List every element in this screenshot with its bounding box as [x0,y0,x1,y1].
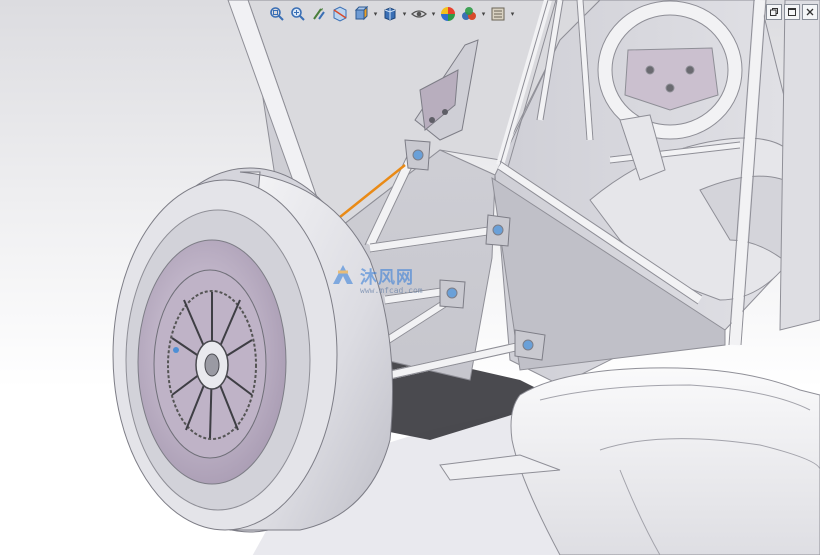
seat-back [779,0,820,331]
restore-icon[interactable] [766,4,782,20]
heads-up-view-toolbar: ▾ ▾ ▾ ▾ ▾ [264,3,519,25]
maximize-icon[interactable] [784,4,800,20]
previous-view-icon[interactable] [309,4,329,24]
zoom-to-fit-icon[interactable] [267,4,287,24]
graphics-area[interactable]: 沐风网 www.mfcad.com ▾ ▾ ▾ ▾ ▾ [0,0,820,555]
chevron-down-icon[interactable]: ▾ [401,4,408,24]
section-view-icon[interactable] [330,4,350,24]
3d-model-view[interactable] [0,0,820,555]
chevron-down-icon[interactable]: ▾ [509,4,516,24]
chevron-down-icon[interactable]: ▾ [480,4,487,24]
apply-scene-icon[interactable] [459,4,479,24]
hide-show-items-icon[interactable] [409,4,429,24]
display-style-icon[interactable] [380,4,400,24]
view-orientation-icon[interactable] [351,4,371,24]
edit-appearance-icon[interactable] [438,4,458,24]
chevron-down-icon[interactable]: ▾ [372,4,379,24]
close-icon[interactable] [802,4,818,20]
chevron-down-icon[interactable]: ▾ [430,4,437,24]
view-settings-icon[interactable] [488,4,508,24]
zoom-to-area-icon[interactable] [288,4,308,24]
window-controls [766,4,818,20]
